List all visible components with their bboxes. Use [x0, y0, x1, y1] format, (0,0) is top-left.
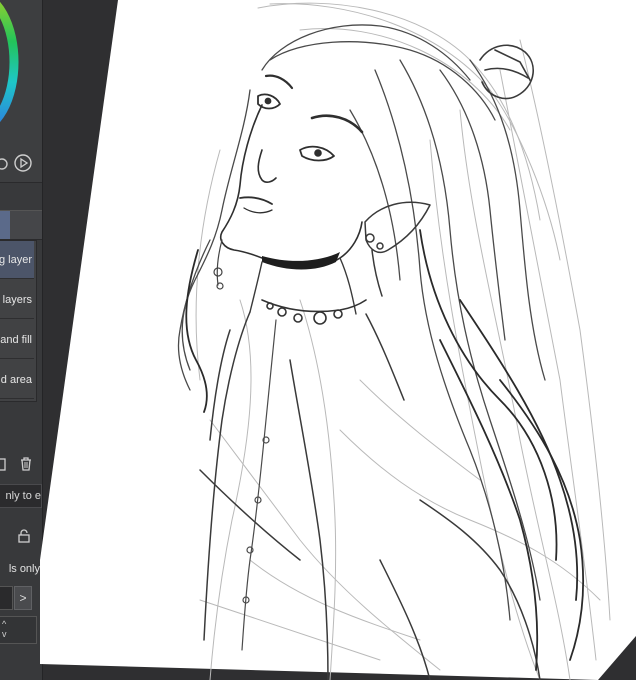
menu-item-label: layers: [2, 293, 32, 306]
number-field[interactable]: [0, 586, 13, 610]
option-row[interactable]: ls only: [0, 558, 42, 580]
spinner-up-icon[interactable]: ^: [2, 620, 6, 629]
chevron-right-icon: >: [19, 591, 27, 605]
color-wheel-icon[interactable]: [0, 0, 22, 140]
number-row: >: [0, 586, 42, 610]
menu-actions: [0, 452, 42, 478]
lock-icon[interactable]: [16, 528, 32, 544]
menu-item-label: d area: [0, 373, 32, 386]
panel-tab[interactable]: [0, 210, 42, 240]
menu-item-close-and-fill[interactable]: and fill: [0, 321, 34, 359]
menu-item-label: g layer: [0, 253, 32, 266]
menu-item-enclosed-area[interactable]: d area: [0, 361, 34, 399]
hint-text: nly to e: [5, 490, 41, 502]
copy-icon[interactable]: [0, 456, 10, 472]
tab-indicator: [0, 211, 10, 239]
menu-item-current-layer[interactable]: g layer: [0, 241, 34, 279]
menu-item-label: and fill: [0, 333, 32, 346]
fill-mode-menu: g layer layers and fill d area: [0, 240, 37, 402]
lock-row: [0, 524, 42, 548]
next-button[interactable]: >: [14, 586, 32, 610]
paper-sheet: [40, 0, 636, 680]
swatch-icon[interactable]: [0, 155, 14, 173]
color-wheel-area: [0, 0, 42, 183]
trash-icon[interactable]: [18, 456, 34, 472]
play-icon[interactable]: [14, 154, 32, 172]
value-spinner[interactable]: ^ v: [0, 616, 37, 644]
menu-item-multiple-layers[interactable]: layers: [0, 281, 34, 319]
drawing-canvas[interactable]: [40, 0, 636, 680]
tool-property-panel: g layer layers and fill d area nly to e …: [0, 0, 43, 680]
option-label: ls only: [8, 563, 40, 575]
hint-field[interactable]: nly to e: [0, 484, 42, 508]
spinner-down-icon[interactable]: v: [2, 630, 7, 639]
